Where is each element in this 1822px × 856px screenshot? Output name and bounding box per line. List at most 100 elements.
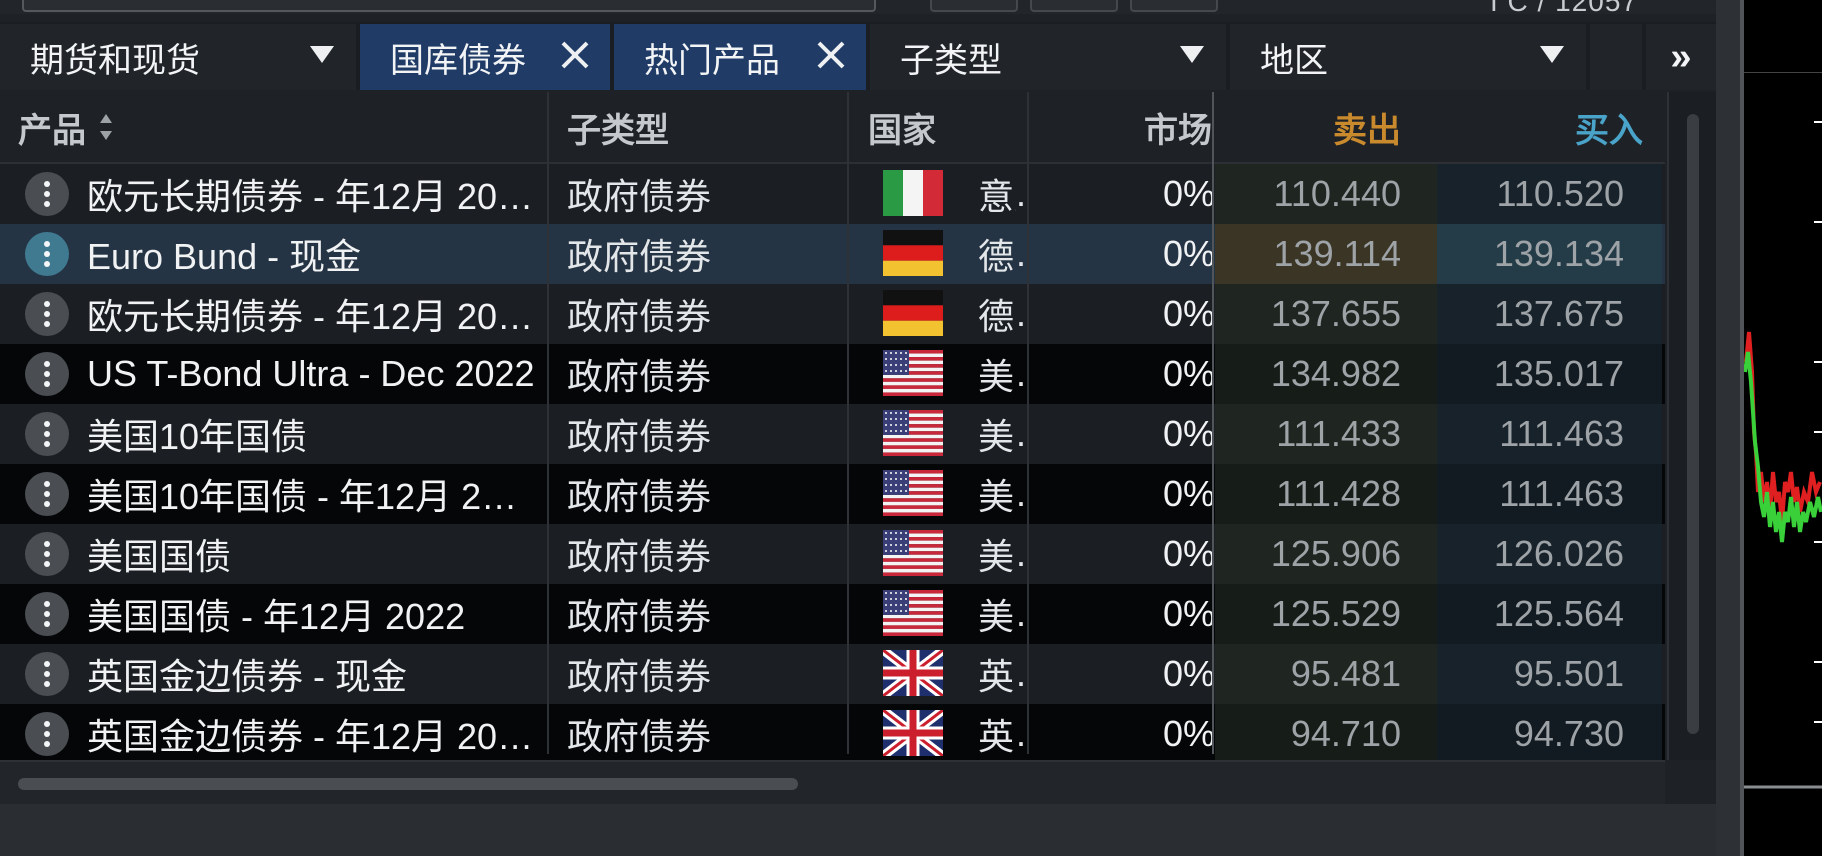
- product-name-cell[interactable]: Euro Bund - 现金: [87, 224, 537, 284]
- category-dropdown[interactable]: 期货和现货: [0, 24, 356, 90]
- column-divider: [847, 92, 849, 754]
- more-filters-button[interactable]: »: [1646, 24, 1716, 90]
- region-dropdown[interactable]: 地区: [1230, 24, 1586, 90]
- buy-price-cell[interactable]: 126.026: [1437, 524, 1662, 584]
- buy-price-cell[interactable]: 137.675: [1437, 284, 1662, 344]
- row-menu-button[interactable]: [25, 352, 69, 396]
- usa-flag-icon: [883, 350, 943, 396]
- toolbar-button-3[interactable]: [1130, 0, 1218, 12]
- buy-price-cell[interactable]: 111.463: [1437, 464, 1662, 524]
- product-name: US T-Bond Ultra - Dec 2022: [87, 353, 535, 394]
- product-name-cell[interactable]: 英国金边债券 - 年12月 2022: [87, 704, 537, 764]
- row-menu-button[interactable]: [25, 232, 69, 276]
- subtype-cell: 政府债券: [567, 356, 712, 397]
- table-row[interactable]: 英国金边债券 - 年12月 2022 政府债券 英国. 0%94.71094.730: [0, 704, 1665, 764]
- buy-price-cell[interactable]: 94.730: [1437, 704, 1662, 764]
- dot: [44, 541, 50, 547]
- table-row[interactable]: 美国国债 政府债券 美国. 0%125.906126.026: [0, 524, 1665, 584]
- dot: [44, 441, 50, 447]
- toolbar-button-1[interactable]: [930, 0, 1018, 12]
- row-menu-button[interactable]: [25, 532, 69, 576]
- product-name-cell[interactable]: 美国国债 - 年12月 2022: [87, 584, 537, 644]
- table-row[interactable]: Euro Bund - 现金 政府债券 德国. 0%139.114139.134: [0, 224, 1665, 284]
- sell-price-cell[interactable]: 94.710: [1215, 704, 1437, 764]
- table-row[interactable]: US T-Bond Ultra - Dec 2022 政府债券 美国. 0%134.9…: [0, 344, 1665, 404]
- horizontal-scrollbar-thumb[interactable]: [18, 778, 798, 790]
- close-icon[interactable]: [816, 40, 846, 70]
- row-menu-button[interactable]: [25, 172, 69, 216]
- table-row[interactable]: 欧元长期债券 - 年12月 2022 政府债券 德国. 0%137.655137.67…: [0, 284, 1665, 344]
- row-menu-button[interactable]: [25, 412, 69, 456]
- filter-chip-popular[interactable]: 热门产品: [614, 24, 866, 90]
- close-icon[interactable]: [560, 40, 590, 70]
- product-name-cell[interactable]: 英国金边债券 - 现金: [87, 644, 537, 704]
- row-menu-button[interactable]: [25, 472, 69, 516]
- row-menu-button[interactable]: [25, 292, 69, 336]
- row-menu-button[interactable]: [25, 652, 69, 696]
- toolbar-button-2[interactable]: [1030, 0, 1118, 12]
- market-cell: 0%: [1162, 713, 1215, 754]
- dot: [44, 551, 50, 557]
- product-name-cell[interactable]: 美国国债: [87, 524, 537, 584]
- market-cell: 0%: [1162, 293, 1215, 334]
- product-name-cell[interactable]: US T-Bond Ultra - Dec 2022: [87, 344, 537, 404]
- filter-chip-treasury[interactable]: 国库债券: [360, 24, 610, 90]
- dot: [44, 561, 50, 567]
- table-row[interactable]: 美国10年国债 政府债券 美国. 0%111.433111.463: [0, 404, 1665, 464]
- column-divider: [1212, 92, 1214, 754]
- usa-flag-icon: [883, 590, 943, 636]
- product-name-cell[interactable]: 美国10年国债 - 年12月 2022: [87, 464, 537, 524]
- column-header-market[interactable]: 市场: [1040, 92, 1212, 162]
- sell-price-cell[interactable]: 111.428: [1215, 464, 1437, 524]
- germany-flag-icon: [883, 290, 943, 336]
- market-cell: 0%: [1162, 353, 1215, 394]
- sell-price-cell[interactable]: 125.906: [1215, 524, 1437, 584]
- table-row[interactable]: 欧元长期债券 - 年12月 2022 政府债券 意大利. 0%110.440110.5…: [0, 164, 1665, 224]
- buy-price-cell[interactable]: 135.017: [1437, 344, 1662, 404]
- sell-price-cell[interactable]: 110.440: [1215, 164, 1437, 224]
- column-header-subtype[interactable]: 子类型: [567, 92, 847, 162]
- panel-splitter[interactable]: [1716, 0, 1740, 856]
- sell-price-cell[interactable]: 137.655: [1215, 284, 1437, 344]
- table-row[interactable]: 英国金边债券 - 现金 政府债券 英国. 0%95.48195.501: [0, 644, 1665, 704]
- column-header-label: 卖出: [1333, 111, 1401, 150]
- vertical-scrollbar-thumb[interactable]: [1687, 114, 1699, 734]
- sell-price-cell[interactable]: 134.982: [1215, 344, 1437, 404]
- horizontal-scrollbar[interactable]: [0, 760, 1665, 806]
- dot: [44, 491, 50, 497]
- sort-icon[interactable]: [100, 114, 112, 140]
- buy-price-cell[interactable]: 95.501: [1437, 644, 1662, 704]
- column-header-country[interactable]: 国家: [868, 92, 1038, 162]
- row-menu-button[interactable]: [25, 712, 69, 756]
- sell-price-cell[interactable]: 125.529: [1215, 584, 1437, 644]
- market-cell: 0%: [1162, 533, 1215, 574]
- dot: [44, 361, 50, 367]
- product-name-cell[interactable]: 美国10年国债: [87, 404, 537, 464]
- panel-footer: [0, 804, 1716, 856]
- product-name: 美国国债: [87, 536, 232, 577]
- search-input[interactable]: [22, 0, 876, 12]
- table-row[interactable]: 美国国债 - 年12月 2022 政府债券 美国. 0%125.529125.564: [0, 584, 1665, 644]
- table-row[interactable]: 美国10年国债 - 年12月 2022 政府债券 美国. 0%111.428111.4…: [0, 464, 1665, 524]
- column-header-buy[interactable]: 买入: [1437, 92, 1665, 162]
- buy-price-cell[interactable]: 110.520: [1437, 164, 1662, 224]
- product-name: 欧元长期债券 - 年12月 2022: [87, 296, 537, 337]
- column-header-sell[interactable]: 卖出: [1215, 92, 1437, 162]
- buy-price-cell[interactable]: 125.564: [1437, 584, 1662, 644]
- buy-price-cell[interactable]: 139.134: [1437, 224, 1662, 284]
- vertical-scrollbar[interactable]: [1667, 92, 1717, 760]
- country-name: 德国: [978, 236, 1016, 277]
- dot: [44, 181, 50, 187]
- sell-price-cell[interactable]: 111.433: [1215, 404, 1437, 464]
- product-name-cell[interactable]: 欧元长期债券 - 年12月 2022: [87, 164, 537, 224]
- country-cell: 美国.: [978, 524, 1028, 584]
- row-menu-button[interactable]: [25, 592, 69, 636]
- dot: [44, 611, 50, 617]
- sell-price-cell[interactable]: 139.114: [1215, 224, 1437, 284]
- subtype-dropdown[interactable]: 子类型: [870, 24, 1226, 90]
- column-header-product[interactable]: 产品: [18, 92, 538, 162]
- product-name-cell[interactable]: 欧元长期债券 - 年12月 2022: [87, 284, 537, 344]
- buy-price-cell[interactable]: 111.463: [1437, 404, 1662, 464]
- sell-price-cell[interactable]: 95.481: [1215, 644, 1437, 704]
- market-cell: 0%: [1162, 173, 1215, 214]
